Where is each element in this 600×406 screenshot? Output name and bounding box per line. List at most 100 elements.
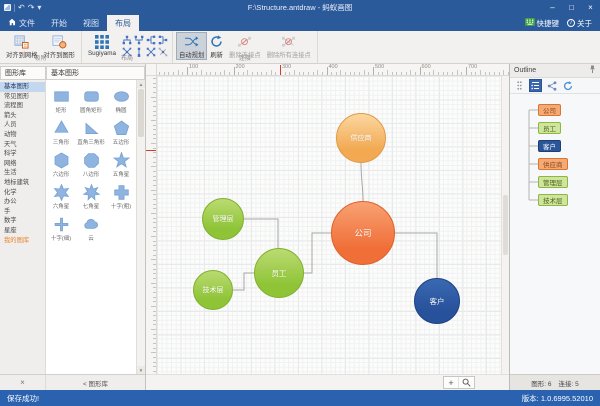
ruler-cursor-marker	[280, 65, 281, 75]
connector-supplier-company[interactable]	[361, 163, 363, 201]
outline-item[interactable]: 客户	[538, 140, 561, 152]
tab-home[interactable]: 开始	[43, 15, 75, 31]
canvas-body: 供应商公司 管理层员工技术层 客户	[146, 76, 509, 374]
shape-triangle[interactable]: 三角形	[46, 119, 76, 149]
diagram-node-tech[interactable]: 技术层	[193, 270, 233, 310]
outline-header: Outline	[510, 64, 600, 78]
shape-star6[interactable]: 六角星	[46, 183, 76, 213]
diagram-node-staff[interactable]: 员工	[254, 248, 304, 298]
qat-more-button[interactable]: ▾	[37, 4, 41, 12]
scrollbar-thumb[interactable]	[138, 89, 144, 137]
category-item[interactable]: 我的图库	[0, 236, 45, 246]
category-item[interactable]: 科学	[0, 149, 45, 159]
shape-pentagon[interactable]: 五边形	[106, 119, 136, 149]
drawing-canvas[interactable]: 供应商公司 管理层员工技术层 客户	[157, 76, 501, 374]
tab-view[interactable]: 视图	[75, 15, 107, 31]
ruler-label: 200	[236, 64, 245, 70]
category-item[interactable]: 基本图形	[0, 82, 45, 92]
shape-cross-thick[interactable]: 十字(粗)	[106, 183, 136, 213]
close-library-button[interactable]: ×	[0, 375, 46, 390]
category-item[interactable]: 生活	[0, 168, 45, 178]
outline-item[interactable]: 技术层	[538, 194, 568, 206]
minimize-button[interactable]: –	[543, 0, 562, 15]
about-button[interactable]: 关于	[567, 18, 592, 29]
close-button[interactable]: ×	[581, 0, 600, 15]
node-label: 管理层	[213, 214, 234, 224]
diagram-node-supplier[interactable]: 供应商	[336, 113, 386, 163]
diagram-node-management[interactable]: 管理层	[202, 198, 244, 240]
main-area: 图形库 基本图形 基本图形常见图形流程图箭头人员动物天气科学网络生活地标建筑化学…	[0, 64, 600, 390]
outline-view-button[interactable]	[529, 79, 542, 92]
category-item[interactable]: 网络	[0, 159, 45, 169]
category-item[interactable]: 常见图形	[0, 92, 45, 102]
scroll-up-icon[interactable]: ▲	[137, 80, 145, 88]
shape-grid-scrollbar[interactable]: ▲ ▼	[136, 80, 145, 374]
refresh-outline-button[interactable]	[561, 79, 574, 92]
undo-button[interactable]: ↶	[18, 4, 25, 12]
canvas-vertical-scrollbar[interactable]	[501, 76, 509, 374]
layout-tree-left-icon[interactable]	[146, 34, 157, 45]
tab-layout[interactable]: 布局	[107, 15, 139, 31]
category-item[interactable]: 天气	[0, 140, 45, 150]
quick-access-toolbar: ↶ ↷ ▾	[0, 4, 90, 12]
delete-all-connectors-icon	[281, 34, 296, 49]
shortcuts-button[interactable]: 快捷键	[525, 18, 560, 29]
outline-footer: 图形: 6 连接: 5	[510, 374, 600, 390]
app-logo-icon	[4, 4, 11, 11]
tab-file[interactable]: 文件	[0, 15, 43, 31]
shape-star7[interactable]: 七角星	[76, 183, 106, 213]
shape-label: 六角星	[53, 202, 70, 210]
shape-label: 圆角矩形	[80, 106, 102, 114]
shape-star5[interactable]: 五角星	[106, 151, 136, 181]
category-item[interactable]: 人员	[0, 120, 45, 130]
octagon-icon	[82, 151, 101, 170]
maximize-button[interactable]: □	[562, 0, 581, 15]
diagram-node-customer[interactable]: 客户	[414, 278, 460, 324]
connector-company-customer[interactable]	[395, 233, 437, 278]
redo-button[interactable]: ↷	[28, 4, 35, 12]
category-item[interactable]: 箭头	[0, 111, 45, 121]
cross-thin-icon	[52, 215, 71, 234]
connector-tech-staff[interactable]	[233, 273, 254, 290]
category-item[interactable]: 星座	[0, 226, 45, 236]
library-collapse-button[interactable]: < 图形库	[46, 378, 145, 388]
drag-handle-icon[interactable]	[513, 79, 526, 92]
zoom-in-button[interactable]: +	[444, 377, 459, 388]
share-icon[interactable]	[545, 79, 558, 92]
layout-tree-up-icon[interactable]	[122, 34, 133, 45]
outline-item[interactable]: 供应商	[538, 158, 568, 170]
shape-right-triangle[interactable]: 直角三角形	[76, 119, 106, 149]
shape-cross-thin[interactable]: 十字(细)	[46, 215, 76, 245]
category-item[interactable]: 化学	[0, 188, 45, 198]
shape-grid: 矩形圆角矩形椭圆三角形直角三角形五边形六边形八边形五角星六角星七角星十字(粗) 十…	[46, 80, 136, 374]
category-item[interactable]: 流程图	[0, 101, 45, 111]
rounded-rect-icon	[82, 87, 101, 106]
shape-label: 六边形	[53, 170, 70, 178]
layout-tree-right-icon[interactable]	[158, 34, 169, 45]
scrollbar-thumb[interactable]	[503, 195, 508, 255]
magnifier-icon[interactable]	[459, 377, 474, 388]
outline-item[interactable]: 管理层	[538, 176, 568, 188]
shape-rect[interactable]: 矩形	[46, 87, 76, 117]
outline-item[interactable]: 员工	[538, 122, 561, 134]
shape-ellipse[interactable]: 椭圆	[106, 87, 136, 117]
shape-octagon[interactable]: 八边形	[76, 151, 106, 181]
window-controls: – □ ×	[510, 0, 600, 15]
category-item[interactable]: 手	[0, 207, 45, 217]
category-item[interactable]: 动物	[0, 130, 45, 140]
category-item[interactable]: 办公	[0, 197, 45, 207]
diagram-node-company[interactable]: 公司	[331, 201, 395, 265]
shapes-count: 图形: 6	[531, 378, 551, 388]
shape-hexagon[interactable]: 六边形	[46, 151, 76, 181]
layout-tree-down-icon[interactable]	[134, 34, 145, 45]
category-item[interactable]: 数字	[0, 216, 45, 226]
scroll-down-icon[interactable]: ▼	[137, 366, 145, 374]
connector-staff-company[interactable]	[304, 233, 331, 273]
connector-management-staff[interactable]	[244, 219, 278, 248]
category-item[interactable]: 地标建筑	[0, 178, 45, 188]
pin-icon[interactable]	[589, 65, 596, 76]
version-label: 版本: 1.0.6995.52010	[522, 393, 593, 404]
shape-rounded-rect[interactable]: 圆角矩形	[76, 87, 106, 117]
outline-item[interactable]: 公司	[538, 104, 561, 116]
shape-cloud[interactable]: 云	[76, 215, 106, 245]
